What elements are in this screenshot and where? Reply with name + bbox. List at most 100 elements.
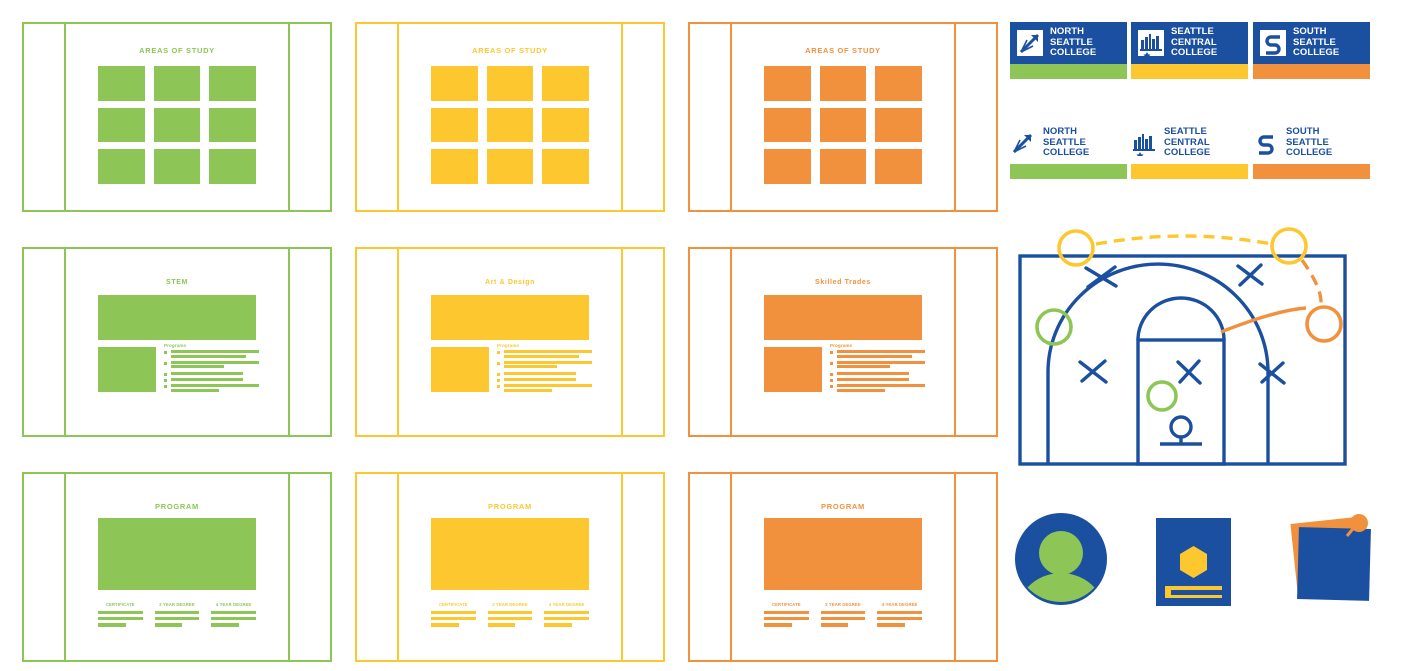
degree-column[interactable]: CERTIFICATE [431,602,476,630]
program-list-item[interactable] [497,360,593,369]
areas-of-study-tile-grid [431,66,589,184]
degree-column[interactable]: 2 YEAR DEGREE [820,602,866,630]
wireframe-card-orange-row3[interactable]: PROGRAM CERTIFICATE 2 YEAR DEGREE 4 YEAR DE… [688,472,998,662]
brand-color-swatch [1253,64,1370,79]
hero-image-placeholder [98,518,256,590]
area-tile[interactable] [819,66,867,101]
programs-list [164,350,260,395]
area-tile[interactable] [153,107,201,143]
degree-column[interactable]: CERTIFICATE [98,602,143,630]
degree-column[interactable]: 4 YEAR DEGREE [544,602,590,630]
area-tile[interactable] [486,149,534,184]
layout-guide-right [954,474,956,660]
yellow-player-left [1057,229,1095,267]
card-title: PROGRAM [488,502,532,511]
logo-lockup-reversed-1[interactable]: SEATTLE CENTRAL COLLEGE [1131,22,1248,79]
wireframe-card-yellow-row1[interactable]: AREAS OF STUDY [355,22,665,212]
area-tile[interactable] [431,107,478,143]
program-list-item[interactable] [164,383,260,392]
bullet-icon [497,384,500,388]
degree-column[interactable]: 4 YEAR DEGREE [877,602,923,630]
wireframe-card-green-row1[interactable]: AREAS OF STUDY [22,22,332,212]
basketball-play-diagram [1010,222,1355,477]
skyline-mark [1131,130,1157,159]
areas-of-study-tile-grid [98,66,256,184]
area-tile[interactable] [98,149,145,184]
wireframe-card-green-row3[interactable]: PROGRAM CERTIFICATE 2 YEAR DEGREE 4 YEAR DE… [22,472,332,662]
area-tile[interactable] [764,107,811,143]
degree-columns: CERTIFICATE 2 YEAR DEGREE 4 YEAR DEGREE [98,602,257,630]
wireframe-card-yellow-row3[interactable]: PROGRAM CERTIFICATE 2 YEAR DEGREE 4 YEAR DE… [355,472,665,662]
brand-system-board: AREAS OF STUDY AREAS OF STUDY AREAS OF STU… [0,0,1403,671]
degree-column[interactable]: 2 YEAR DEGREE [154,602,200,630]
area-tile[interactable] [209,66,256,101]
wireframe-card-green-row2[interactable]: STEM Programs [22,247,332,437]
degree-column[interactable]: CERTIFICATE [764,602,809,630]
logo-lockup-primary-2[interactable]: SOUTH SEATTLE COLLEGE [1253,122,1370,179]
area-tile[interactable] [875,107,922,143]
thumbnail-placeholder [431,347,489,392]
area-tile[interactable] [431,66,478,101]
program-list-item[interactable] [164,377,256,382]
program-list-item[interactable] [830,383,926,392]
area-tile[interactable] [542,66,589,101]
degree-heading: CERTIFICATE [771,602,801,607]
logo-lockup-primary-0[interactable]: NORTH SEATTLE COLLEGE [1010,122,1127,179]
wireframe-card-orange-row2[interactable]: Skilled Trades Programs [688,247,998,437]
thumbnail-placeholder [764,347,822,392]
bullet-icon [497,351,500,354]
bullet-icon [830,361,833,365]
degree-columns: CERTIFICATE 2 YEAR DEGREE 4 YEAR DEGREE [764,602,923,630]
program-list-item[interactable] [497,377,589,382]
logo-wordmark: SOUTH SEATTLE COLLEGE [1293,26,1340,59]
yellow-player-right [1270,227,1308,265]
program-list-item[interactable] [164,371,256,376]
program-list-item[interactable] [497,383,593,392]
s-mark [1260,30,1286,56]
area-tile[interactable] [486,66,534,101]
area-tile[interactable] [875,66,922,101]
area-tile[interactable] [764,149,811,184]
area-tile[interactable] [431,149,478,184]
program-list-item[interactable] [497,371,589,376]
arrow-mark [1017,30,1043,56]
layout-guide-right [954,24,956,210]
card-title: STEM [166,279,188,286]
wireframe-card-orange-row1[interactable]: AREAS OF STUDY [688,22,998,212]
area-tile[interactable] [542,149,589,184]
program-list-item[interactable] [830,377,922,382]
area-tile[interactable] [764,66,811,101]
logo-lockup-reversed-0[interactable]: NORTH SEATTLE COLLEGE [1010,22,1127,79]
area-tile[interactable] [819,149,867,184]
degree-heading: 4 YEAR DEGREE [881,602,918,607]
area-tile[interactable] [153,149,201,184]
program-list-item[interactable] [830,350,926,358]
degree-column[interactable]: 4 YEAR DEGREE [211,602,257,630]
program-list-item[interactable] [497,350,593,358]
area-tile[interactable] [153,66,201,101]
program-list-item[interactable] [164,350,260,358]
bullet-icon [164,384,167,388]
program-list-item[interactable] [164,360,260,369]
logo-lockup-reversed-2[interactable]: SOUTH SEATTLE COLLEGE [1253,22,1370,79]
bullet-icon [497,378,500,382]
wireframe-card-yellow-row2[interactable]: Art & Design Programs [355,247,665,437]
programs-label: Programs [164,343,187,348]
bullet-icon [830,378,833,382]
area-tile[interactable] [542,107,589,143]
bullet-icon [830,351,833,354]
area-tile[interactable] [98,66,145,101]
card-title: AREAS OF STUDY [805,46,881,55]
area-tile[interactable] [209,107,256,143]
program-list-item[interactable] [830,360,926,369]
area-tile[interactable] [209,149,256,184]
area-tile[interactable] [875,149,922,184]
degree-column[interactable]: 2 YEAR DEGREE [487,602,533,630]
card-title: AREAS OF STUDY [472,46,548,55]
bullet-icon [830,372,833,376]
program-list-item[interactable] [830,371,922,376]
logo-lockup-primary-1[interactable]: SEATTLE CENTRAL COLLEGE [1131,122,1248,179]
area-tile[interactable] [98,107,145,143]
area-tile[interactable] [819,107,867,143]
area-tile[interactable] [486,107,534,143]
